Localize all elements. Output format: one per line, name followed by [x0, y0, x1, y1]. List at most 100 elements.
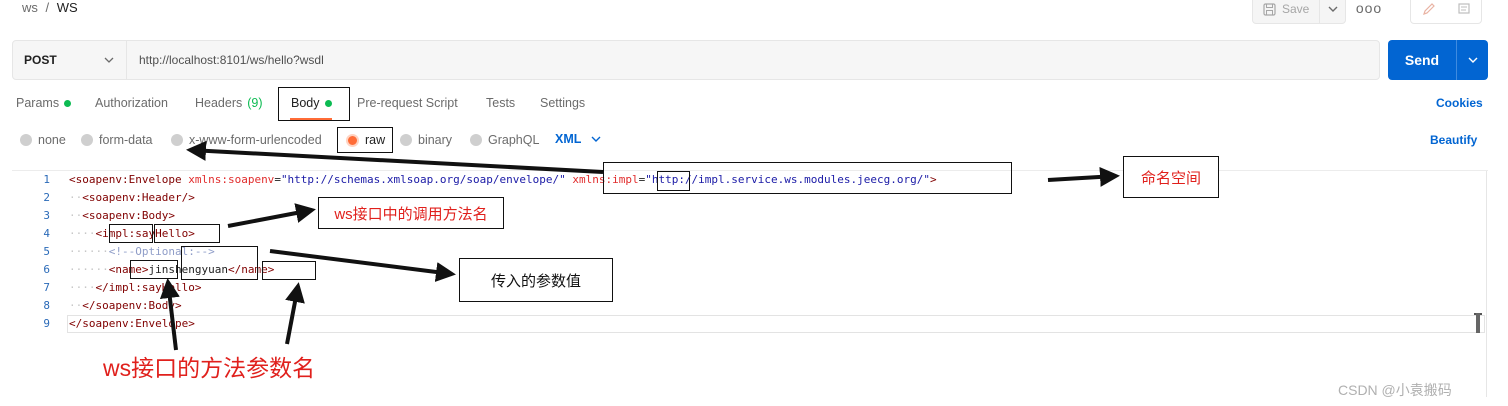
- cookies-link[interactable]: Cookies: [1436, 96, 1483, 110]
- callout-method-name: ws接口中的调用方法名: [318, 197, 504, 229]
- send-dropdown-button[interactable]: [1456, 40, 1488, 80]
- indent-guide: ··: [69, 191, 83, 204]
- line-number: 4: [43, 227, 50, 240]
- url-input[interactable]: http://localhost:8101/ws/hello?wsdl: [127, 41, 1379, 79]
- tab-settings[interactable]: Settings: [540, 96, 585, 110]
- indent-guide: ····: [69, 227, 96, 240]
- chevron-down-icon: [1328, 6, 1337, 12]
- tab-params[interactable]: Params: [16, 96, 72, 110]
- xml-attr: xmlns:soapenv: [181, 173, 275, 186]
- annotation-box-impl-tag: [109, 224, 153, 243]
- radio-circle: [20, 134, 32, 146]
- tab-count: (9): [247, 96, 263, 110]
- top-bar: ws / WS Save ooo: [0, 0, 1508, 28]
- radio-label: none: [38, 133, 66, 147]
- save-dropdown-button[interactable]: [1319, 0, 1345, 23]
- code-content: <soapenv:Envelope xmlns:soapenv="http://…: [69, 171, 937, 330]
- scroll-marker: [1474, 313, 1482, 333]
- xml-tag: <soapenv:Body>: [82, 209, 175, 222]
- annotation-box-method-name: [154, 224, 220, 243]
- radio-binary[interactable]: binary: [400, 133, 452, 147]
- request-tabs: Params Authorization Headers (9) Body Pre…: [0, 88, 1508, 120]
- tab-label: Params: [16, 96, 60, 110]
- annotation-highlight-body-tab: [278, 87, 350, 121]
- save-button[interactable]: Save: [1253, 0, 1319, 23]
- annotation-box-name-close: [262, 261, 316, 280]
- xml-eq: =: [274, 173, 281, 186]
- annotation-box-impl-prefix: [657, 171, 690, 191]
- code-line-8: ··</soapenv:Body>: [69, 297, 182, 315]
- line-number: 8: [43, 299, 50, 312]
- tab-tests[interactable]: Tests: [486, 96, 515, 110]
- xml-attr-value: "http://schemas.xmlsoap.org/soap/envelop…: [280, 173, 566, 186]
- chevron-down-icon: [591, 136, 601, 142]
- xml-tag: </impl:sayHello>: [95, 281, 202, 294]
- beautify-link[interactable]: Beautify: [1430, 133, 1477, 147]
- annotation-box-name-open: [130, 260, 178, 279]
- radio-label: x-www-form-urlencoded: [189, 133, 322, 147]
- code-line-9: </soapenv:Envelope>: [69, 315, 195, 333]
- radio-x-www-form-urlencoded[interactable]: x-www-form-urlencoded: [171, 133, 322, 147]
- indent-guide: ··: [69, 299, 83, 312]
- line-number: 6: [43, 263, 50, 276]
- chevron-down-icon: [104, 57, 114, 63]
- radio-none[interactable]: none: [20, 133, 66, 147]
- method-value: POST: [24, 53, 57, 67]
- code-line-7: ····</impl:sayHello>: [69, 279, 201, 297]
- callout-param-name: ws接口的方法参数名: [103, 355, 316, 381]
- tab-label: Headers: [195, 96, 243, 110]
- tab-headers[interactable]: Headers (9): [195, 96, 263, 110]
- breadcrumb: ws / WS: [22, 0, 78, 15]
- tab-label: Settings: [540, 96, 586, 110]
- line-number: 7: [43, 281, 50, 294]
- tab-authorization[interactable]: Authorization: [95, 96, 168, 110]
- tab-label: Tests: [486, 96, 516, 110]
- code-line-2: ··<soapenv:Header/>: [69, 189, 195, 207]
- code-line-3: ··<soapenv:Body>: [69, 207, 175, 225]
- line-number: 1: [43, 173, 50, 186]
- radio-circle: [400, 134, 412, 146]
- radio-graphql[interactable]: GraphQL: [470, 133, 539, 147]
- breadcrumb-separator: /: [45, 0, 50, 15]
- xml-tag: <soapenv:Header/>: [82, 191, 195, 204]
- breadcrumb-current[interactable]: WS: [57, 0, 78, 15]
- radio-label: form-data: [99, 133, 153, 147]
- breadcrumb-parent[interactable]: ws: [22, 0, 38, 15]
- radio-label: GraphQL: [488, 133, 540, 147]
- line-number: 9: [43, 317, 50, 330]
- indent-guide: ··: [69, 209, 83, 222]
- tab-label: Authorization: [95, 96, 168, 110]
- request-url-bar: POST http://localhost:8101/ws/hello?wsdl: [12, 40, 1380, 80]
- xml-open-tag: <soapenv:Envelope: [69, 173, 182, 186]
- tab-label: Pre-request Script: [357, 96, 458, 110]
- indent-guide: ····: [69, 281, 96, 294]
- method-select[interactable]: POST: [13, 41, 127, 79]
- radio-circle: [171, 134, 183, 146]
- body-type-selector: none form-data x-www-form-urlencoded raw…: [0, 126, 1508, 154]
- line-number: 3: [43, 209, 50, 222]
- radio-label: binary: [418, 133, 453, 147]
- radio-form-data[interactable]: form-data: [81, 133, 153, 147]
- callout-namespace: 命名空间: [1123, 156, 1219, 198]
- status-dot: [64, 99, 72, 107]
- radio-circle: [81, 134, 93, 146]
- annotation-box-param-value: [181, 246, 258, 280]
- save-label: Save: [1282, 2, 1310, 16]
- send-button[interactable]: Send: [1388, 40, 1456, 80]
- edit-icon[interactable]: [1411, 0, 1446, 23]
- tab-pre-request-script[interactable]: Pre-request Script: [357, 96, 458, 110]
- watermark: CSDN @小袁搬码: [1338, 382, 1452, 398]
- more-actions-button[interactable]: ooo: [1352, 0, 1386, 18]
- comment-icon[interactable]: [1446, 0, 1481, 23]
- xml-tag: </soapenv:Body>: [82, 299, 182, 312]
- indent-guide: ······: [69, 263, 109, 276]
- editor-scrollbar[interactable]: [1486, 171, 1487, 397]
- current-line-highlight: [67, 315, 1485, 333]
- line-number: 5: [43, 245, 50, 258]
- language-select[interactable]: XML: [555, 132, 601, 146]
- radio-circle: [470, 134, 482, 146]
- chevron-down-icon: [1468, 57, 1477, 63]
- annotation-highlight-raw: [337, 127, 393, 153]
- line-number: 2: [43, 191, 50, 204]
- send-group: Send: [1388, 40, 1488, 80]
